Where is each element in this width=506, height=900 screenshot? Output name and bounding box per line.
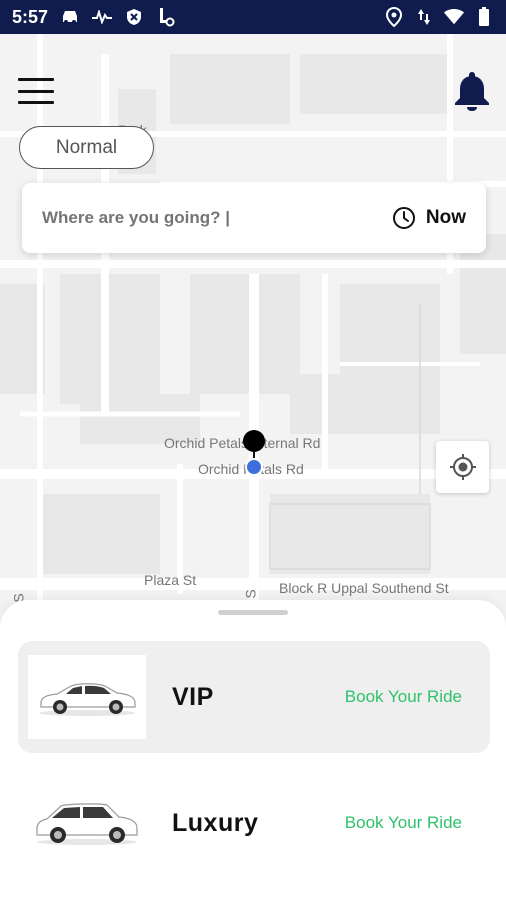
suv-car-icon xyxy=(28,781,146,865)
ride-option-name: Luxury xyxy=(172,808,259,837)
sedan-car-icon xyxy=(28,655,146,739)
car-notification-icon xyxy=(60,7,80,27)
status-time: 5:57 xyxy=(12,6,49,27)
schedule-time-button[interactable]: Now xyxy=(392,206,466,230)
map-streets xyxy=(0,34,506,634)
clock-icon xyxy=(392,207,415,229)
status-icons-right xyxy=(384,7,494,27)
ride-option-name: VIP xyxy=(172,682,214,711)
pickup-pin-icon[interactable] xyxy=(243,430,265,452)
map-view[interactable]: Park Orchid Petals Internal Rd Orchid Pe… xyxy=(0,34,506,634)
key-icon xyxy=(156,7,176,27)
hamburger-line xyxy=(18,78,54,81)
data-arrows-icon xyxy=(414,7,434,27)
notification-bell-icon[interactable] xyxy=(452,70,492,112)
sheet-drag-handle[interactable] xyxy=(218,610,288,615)
ride-option-vip[interactable]: VIP Book Your Ride xyxy=(18,641,490,753)
map-label-block-r-uppal-southend-st: Block R Uppal Southend St xyxy=(279,580,449,596)
wifi-icon xyxy=(444,7,464,27)
book-ride-link[interactable]: Book Your Ride xyxy=(345,687,462,707)
ride-options-sheet[interactable]: VIP Book Your Ride Luxury Book Your Ride xyxy=(0,600,506,900)
ride-mode-toggle[interactable]: Normal xyxy=(19,126,154,169)
destination-search-card[interactable]: Now xyxy=(22,183,486,253)
status-icons-left xyxy=(60,7,176,27)
shield-icon xyxy=(124,7,144,27)
recenter-location-button[interactable] xyxy=(436,441,489,493)
schedule-label: Now xyxy=(425,207,466,228)
signal-activity-icon xyxy=(92,7,113,27)
crosshair-icon xyxy=(449,454,476,480)
map-label-s-mid: S xyxy=(242,589,259,599)
status-bar: 5:57 xyxy=(0,0,506,34)
battery-icon xyxy=(474,7,494,27)
menu-button[interactable] xyxy=(18,78,54,104)
destination-search-input[interactable] xyxy=(42,208,392,228)
location-icon xyxy=(384,7,404,27)
ride-option-luxury[interactable]: Luxury Book Your Ride xyxy=(18,767,490,879)
current-location-dot xyxy=(245,458,263,476)
book-ride-link[interactable]: Book Your Ride xyxy=(345,813,462,833)
hamburger-line xyxy=(18,101,54,104)
map-label-plaza-st: Plaza St xyxy=(144,572,197,588)
hamburger-line xyxy=(18,89,54,93)
